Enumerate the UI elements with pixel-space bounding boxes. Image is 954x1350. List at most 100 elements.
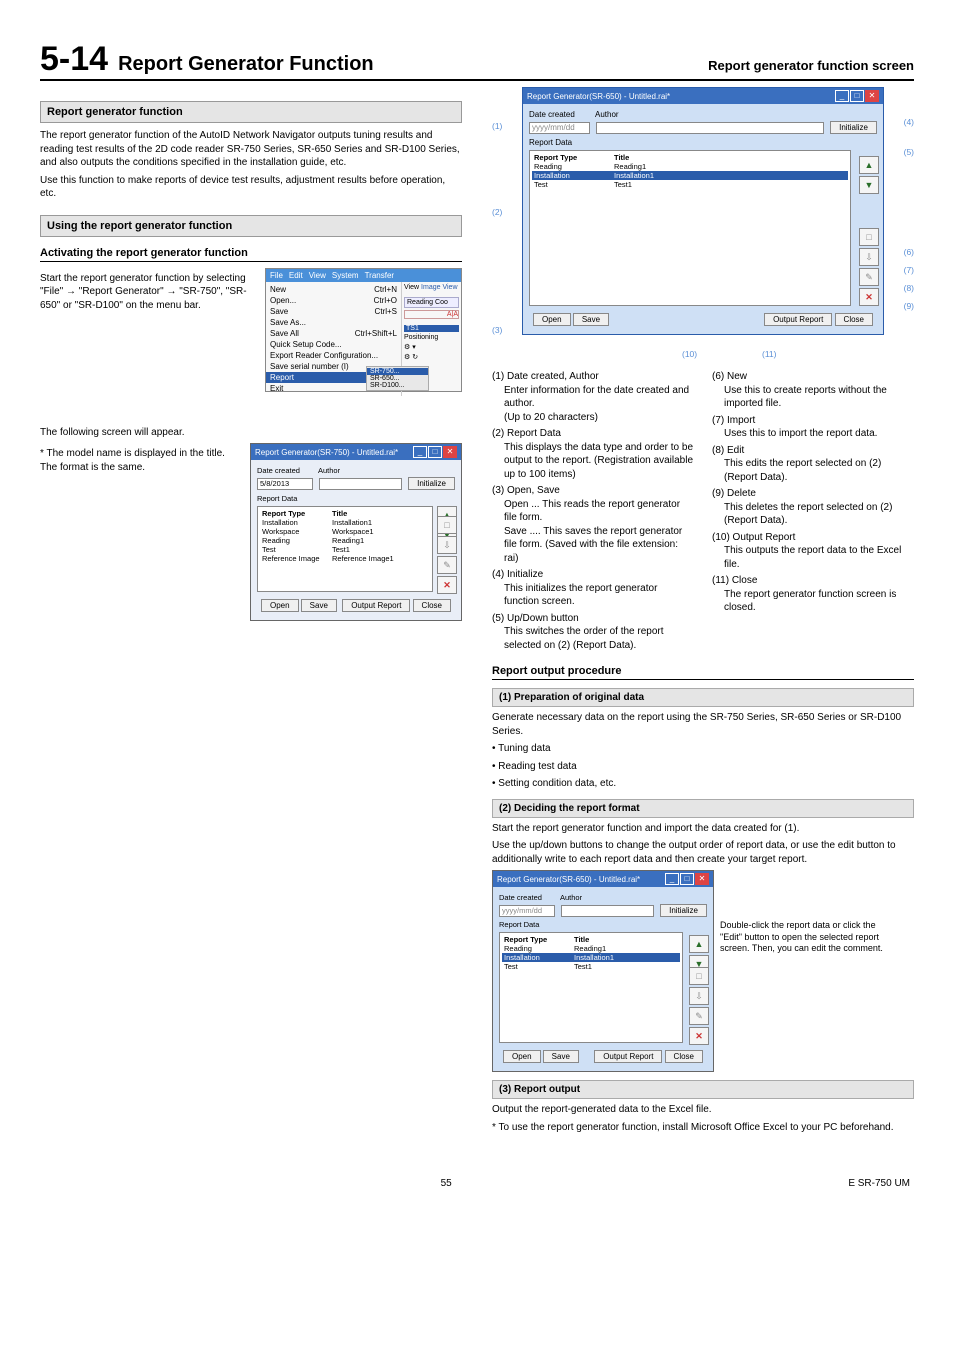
- submenu-item: SR-650...: [370, 375, 425, 382]
- window-title: Report Generator(SR-750) - Untitled.rai*: [255, 448, 398, 457]
- para-1: The report generator function of the Aut…: [40, 129, 462, 170]
- rp-label: Reading: [407, 299, 433, 306]
- cell: Test: [504, 962, 564, 971]
- col-header: Report Type: [504, 935, 564, 944]
- callout: (4): [904, 117, 914, 127]
- item-text: This displays the data type and order to…: [492, 441, 694, 482]
- bullet: Tuning data: [498, 743, 550, 754]
- new-icon: □: [437, 516, 457, 534]
- menu-item: Quick Setup Code...: [270, 340, 342, 349]
- menu-item: Exit: [270, 384, 283, 393]
- field-date: 5/8/2013: [257, 478, 313, 490]
- callout: (10): [682, 349, 697, 359]
- section-number: 5-14: [40, 40, 108, 79]
- menu-tab: Transfer: [365, 271, 395, 280]
- down-icon: ▼: [859, 176, 879, 194]
- import-icon: ⇩: [437, 536, 457, 554]
- label-date: Date created: [529, 110, 589, 119]
- cell: Reading1: [332, 536, 364, 545]
- field-author: [596, 122, 824, 134]
- window-title: Report Generator(SR-650) - Untitled.rai*: [497, 875, 640, 884]
- menu-screenshot: File Edit View System Transfer NewCtrl+N…: [265, 268, 462, 392]
- step3-note: * To use the report generator function, …: [492, 1121, 914, 1135]
- new-icon: □: [689, 967, 709, 985]
- submenu-item: SR-750...: [367, 368, 428, 375]
- step2-text2: Use the up/down buttons to change the ou…: [492, 839, 914, 866]
- cell: Reading1: [614, 162, 646, 171]
- menu-item-report: Report: [270, 373, 294, 382]
- col-header: Title: [614, 153, 629, 162]
- cell: Installation1: [332, 518, 372, 527]
- para-screen-appear: The following screen will appear.: [40, 426, 462, 440]
- shortcut: Ctrl+S: [375, 307, 397, 316]
- edit-icon: ✎: [859, 268, 879, 286]
- save-button: Save: [543, 1050, 579, 1063]
- min-icon: _: [413, 446, 427, 458]
- rp-ts1: TS1: [404, 325, 459, 332]
- doc-id: E SR-750 UM: [848, 1178, 910, 1189]
- cell: Test: [534, 180, 604, 189]
- callout: (2): [492, 207, 502, 217]
- heading-function: Report generator function: [40, 101, 462, 123]
- initialize-button: Initialize: [830, 121, 877, 134]
- menu-item: Save serial number (I): [270, 362, 349, 371]
- label-date: Date created: [499, 893, 554, 902]
- initialize-button: Initialize: [660, 904, 707, 917]
- item-text: (Up to 20 characters): [492, 411, 694, 425]
- edit-icon: ✎: [689, 1007, 709, 1025]
- field-author: [319, 478, 402, 490]
- callout: (11): [762, 349, 777, 359]
- max-icon: □: [428, 446, 442, 458]
- page-number: 55: [441, 1178, 452, 1189]
- cell: Workspace1: [332, 527, 374, 536]
- right-header: Report generator function screen: [708, 58, 914, 77]
- cell: Reading: [534, 162, 604, 171]
- cell: Test1: [614, 180, 632, 189]
- cell: Installation: [504, 953, 564, 962]
- close-button: Close: [835, 313, 873, 326]
- up-icon: ▲: [689, 935, 709, 953]
- cell: Test1: [332, 545, 350, 554]
- rp-label: Image View: [421, 284, 457, 291]
- up-icon: ▲: [859, 156, 879, 174]
- rp-tag: A|A: [404, 310, 459, 319]
- callout: (3): [492, 325, 502, 335]
- save-button: Save: [301, 599, 337, 612]
- cell: Test: [262, 545, 322, 554]
- label-reportdata: Report Data: [499, 920, 707, 929]
- item-title: (7) Import: [712, 415, 755, 426]
- label-date: Date created: [257, 466, 312, 475]
- item-text: Enter information for the date created a…: [492, 384, 694, 411]
- para-model-note: * The model name is displayed in the tit…: [40, 447, 240, 617]
- max-icon: □: [680, 873, 694, 885]
- callout: (1): [492, 121, 502, 131]
- open-button: Open: [261, 599, 299, 612]
- para-activate: Start the report generator function by s…: [40, 272, 247, 388]
- app-screenshot-step2: Report Generator(SR-650) - Untitled.rai*…: [492, 870, 714, 1072]
- save-button: Save: [573, 313, 609, 326]
- close-icon: ✕: [443, 446, 457, 458]
- item-text: The report generator function screen is …: [712, 588, 914, 615]
- menu-tab: File: [270, 271, 283, 280]
- item-text: This deletes the report selected on (2) …: [712, 501, 914, 528]
- new-icon: □: [859, 228, 879, 246]
- heading-using: Using the report generator function: [40, 215, 462, 237]
- step1-text: Generate necessary data on the report us…: [492, 711, 914, 738]
- cell: Installation: [262, 518, 322, 527]
- menu-tab: System: [332, 271, 359, 280]
- item-title: (6) New: [712, 371, 747, 382]
- menu-item: Open...: [270, 296, 296, 305]
- cell: Installation1: [614, 171, 654, 180]
- item-title: (10) Output Report: [712, 532, 795, 543]
- menu-item: Save: [270, 307, 288, 316]
- col-header: Report Type: [534, 153, 604, 162]
- cell: Workspace: [262, 527, 322, 536]
- item-title: (4) Initialize: [492, 569, 543, 580]
- field-date: yyyy/mm/dd: [529, 122, 590, 134]
- menu-item: Export Reader Configuration...: [270, 351, 378, 360]
- callout: (5): [904, 147, 914, 157]
- max-icon: □: [850, 90, 864, 102]
- window-title: Report Generator(SR-650) - Untitled.rai*: [527, 92, 670, 101]
- item-title: (1) Date created, Author: [492, 371, 599, 382]
- item-text: Open ... This reads the report generator…: [492, 498, 694, 525]
